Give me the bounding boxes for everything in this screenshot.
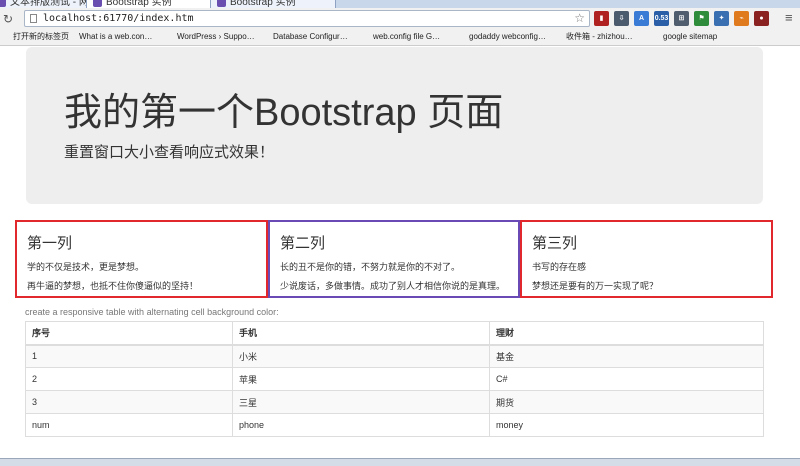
column-heading: 第二列 <box>280 235 326 252</box>
page-favicon-icon <box>0 0 6 7</box>
bookmark-label: Database Configur… <box>273 32 348 41</box>
page-icon <box>30 14 37 23</box>
table-cell: 1 <box>25 344 233 368</box>
column-text: 书写的存在感 <box>532 262 587 272</box>
user-ext-icon[interactable]: ● <box>754 11 769 26</box>
folder-icon <box>68 33 76 41</box>
column-text: 再牛逼的梦想，也抵不住你傻逼似的坚持！ <box>27 281 199 291</box>
tab-3[interactable]: Bootstrap 实例 <box>210 0 336 8</box>
table-cell: phone <box>232 413 490 437</box>
wordpress-icon <box>166 33 174 41</box>
sitemap-icon <box>652 33 660 41</box>
bookmark-webconfig[interactable]: What is a web.con… <box>68 31 152 43</box>
translate-ext-icon[interactable]: A <box>634 11 649 26</box>
column-heading: 第三列 <box>532 235 578 252</box>
download-ext-icon[interactable]: ⇩ <box>614 11 629 26</box>
table-row: 3 三星 期货 <box>25 390 764 414</box>
bootstrap-favicon-icon <box>217 0 226 7</box>
bookmark-label: google sitemap <box>663 32 718 41</box>
four-icon <box>362 33 370 41</box>
reload-icon[interactable]: ↻ <box>3 12 13 26</box>
bookmark-godaddy[interactable]: godaddy webconfig… <box>458 31 546 43</box>
column-1: 第一列 学的不仅是技术，更是梦想。 再牛逼的梦想，也抵不住你傻逼似的坚持！ <box>15 220 268 298</box>
bootstrap-favicon-icon <box>93 0 102 7</box>
jumbotron: 我的第一个Bootstrap 页面 重置窗口大小查看响应式效果！ <box>26 47 763 204</box>
bookmark-database[interactable]: Database Configur… <box>262 31 348 43</box>
table-cell: money <box>489 413 764 437</box>
bookmarks-bar: 打开新的标签页 What is a web.con… WordPress › S… <box>0 30 800 46</box>
bookmark-label: web.config file G… <box>373 32 441 41</box>
gmail-icon <box>555 33 563 41</box>
bookmark-label: 收件箱 - zhizhou… <box>566 32 633 41</box>
tab-2-label: Bootstrap 实例 <box>106 0 172 8</box>
bookmark-label: godaddy webconfig… <box>469 32 546 41</box>
column-3: 第三列 书写的存在感 梦想还是要有的万一实现了呢？ <box>520 220 773 298</box>
browser-toolbar: ↻ localhost:61770/index.htm ☆ ▮ ⇩ A 0.53 ⊞ ⚑ ✦… <box>0 8 800 30</box>
table-cell: 基金 <box>489 344 764 368</box>
bookmark-wordpress[interactable]: WordPress › Suppo… <box>166 31 255 43</box>
address-bar[interactable]: localhost:61770/index.htm ☆ <box>24 10 590 27</box>
bookmark-label: WordPress › Suppo… <box>177 32 255 41</box>
database-icon <box>262 33 270 41</box>
column-2: 第二列 长的丑不是你的错，不努力就是你的不对了。 少说废话，多做事情。成功了别人… <box>268 220 520 298</box>
page-subtitle: 重置窗口大小查看响应式效果！ <box>64 144 275 161</box>
menu-icon[interactable]: ≡ <box>785 11 793 25</box>
column-heading: 第一列 <box>27 235 73 252</box>
table-header-cell: 序号 <box>25 321 233 346</box>
table-cell: num <box>25 413 233 437</box>
table-cell: 期货 <box>489 390 764 414</box>
table-cell: 苹果 <box>232 367 490 391</box>
column-text: 学的不仅是技术，更是梦想。 <box>27 262 145 272</box>
table-caption: create a responsive table with alternati… <box>25 307 279 317</box>
column-text: 少说废话，多做事情。成功了别人才相信你说的是真理。 <box>280 281 506 291</box>
table-header-cell: 理财 <box>489 321 764 346</box>
table-cell: 小米 <box>232 344 490 368</box>
url-text: localhost:61770/index.htm <box>43 13 194 24</box>
table-cell: 3 <box>25 390 233 414</box>
feed-ext-icon[interactable]: ⌁ <box>734 11 749 26</box>
table-row: 1 小米 基金 <box>25 344 764 368</box>
bookmark-ext-icon[interactable]: ▮ <box>594 11 609 26</box>
puzzle-ext-icon[interactable]: ✦ <box>714 11 729 26</box>
data-table: 序号 手机 理财 1 小米 基金 2 苹果 C# 3 三星 期货 num pho… <box>25 321 764 437</box>
flag-ext-icon[interactable]: ⚑ <box>694 11 709 26</box>
bookmark-label: 打开新的标签页 <box>13 32 69 41</box>
bookmark-sitemap[interactable]: google sitemap <box>652 31 717 43</box>
bookmark-new-tab[interactable]: 打开新的标签页 <box>2 31 69 43</box>
bookmark-inbox[interactable]: 收件箱 - zhizhou… <box>555 31 633 43</box>
table-cell: 2 <box>25 367 233 391</box>
table-row: 2 苹果 C# <box>25 367 764 391</box>
tab-2[interactable]: Bootstrap 实例 <box>86 0 212 8</box>
counter-ext-icon[interactable]: 0.53 <box>654 11 669 26</box>
page-title: 我的第一个Bootstrap 页面 <box>64 92 504 134</box>
google-icon <box>458 33 466 41</box>
table-row: num phone money <box>25 413 764 437</box>
delicious-ext-icon[interactable]: ⊞ <box>674 11 689 26</box>
table-header-cell: 手机 <box>232 321 490 346</box>
column-text: 梦想还是要有的万一实现了呢？ <box>532 281 659 291</box>
tab-3-label: Bootstrap 实例 <box>230 0 296 8</box>
table-cell: C# <box>489 367 764 391</box>
column-text: 长的丑不是你的错，不努力就是你的不对了。 <box>280 262 461 272</box>
tab-strip: 文本排版测试 - 网站 Bootstrap 实例 Bootstrap 实例 <box>0 0 800 8</box>
bookmark-webconfig-file[interactable]: web.config file G… <box>362 31 440 43</box>
bookmark-label: What is a web.con… <box>79 32 153 41</box>
grid-icon <box>2 33 10 41</box>
table-header-row: 序号 手机 理财 <box>25 321 764 346</box>
bookmark-star-icon[interactable]: ☆ <box>574 11 585 26</box>
table-cell: 三星 <box>232 390 490 414</box>
